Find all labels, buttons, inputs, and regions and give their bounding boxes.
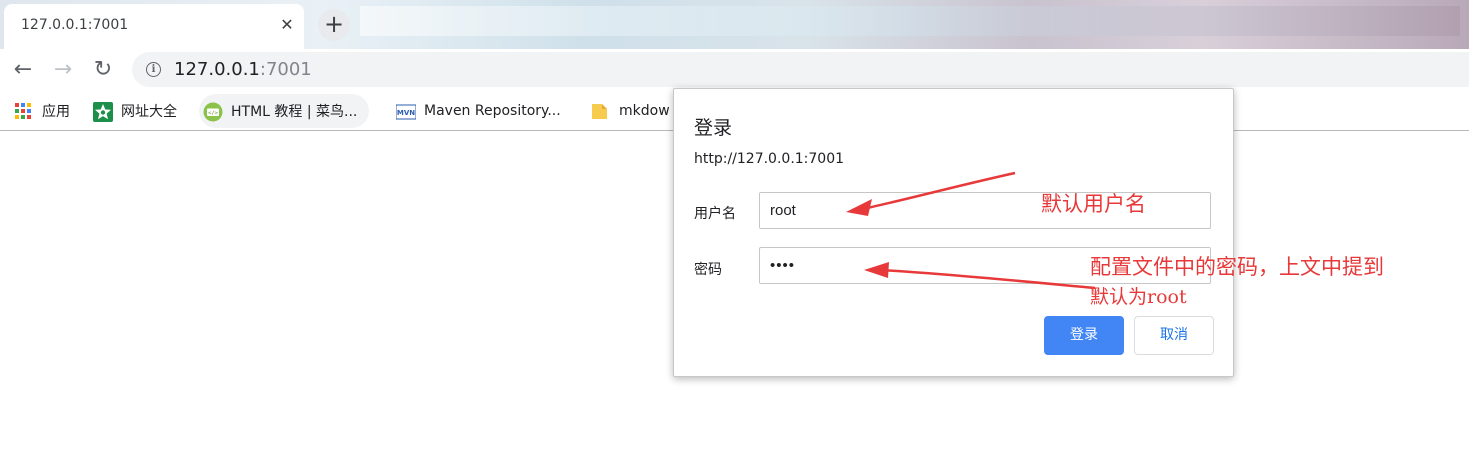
password-annotation-line2: 默认为root bbox=[1090, 286, 1187, 308]
reload-icon[interactable]: ↻ bbox=[88, 55, 118, 85]
bookmark-site-directory[interactable]: 网址大全 bbox=[93, 94, 177, 128]
url-text[interactable]: 127.0.0.1:7001 bbox=[174, 59, 312, 80]
forward-icon[interactable]: → bbox=[48, 55, 78, 85]
login-button[interactable]: 登录 bbox=[1044, 316, 1124, 355]
folder-icon bbox=[591, 102, 609, 120]
svg-text:MVN: MVN bbox=[397, 109, 415, 117]
bookmark-apps[interactable]: 应用 bbox=[14, 94, 70, 128]
site-directory-icon bbox=[93, 102, 113, 122]
bookmark-label: mkdow bbox=[619, 103, 670, 119]
back-icon[interactable]: ← bbox=[8, 55, 38, 85]
username-annotation: 默认用户名 bbox=[1041, 192, 1146, 216]
bookmark-label: Maven Repository... bbox=[424, 103, 561, 119]
toolbar: ← → ↻ i 127.0.0.1:7001 bbox=[0, 49, 1469, 92]
bookmark-folder[interactable]: mkdow bbox=[591, 94, 670, 128]
browser-tab[interactable]: 127.0.0.1:7001 ✕ bbox=[4, 4, 304, 49]
login-dialog: 登录 http://127.0.0.1:7001 用户名 密码 登录 取消 bbox=[673, 88, 1234, 377]
dialog-title: 登录 bbox=[694, 117, 733, 139]
password-label: 密码 bbox=[694, 262, 722, 278]
bookmark-runoob[interactable]: </> HTML 教程 | 菜鸟... bbox=[199, 94, 370, 128]
password-annotation-line1: 配置文件中的密码，上文中提到 bbox=[1090, 255, 1384, 279]
tab-title: 127.0.0.1:7001 bbox=[21, 17, 129, 33]
bookmark-label: HTML 教程 | 菜鸟... bbox=[231, 104, 358, 120]
new-tab-button[interactable]: + bbox=[318, 9, 350, 41]
bookmark-label: 应用 bbox=[42, 104, 70, 120]
address-bar[interactable]: i 127.0.0.1:7001 bbox=[132, 52, 1469, 87]
svg-text:</>: </> bbox=[208, 111, 219, 117]
tab-strip: 127.0.0.1:7001 ✕ + bbox=[0, 0, 1469, 49]
info-icon[interactable]: i bbox=[146, 62, 161, 77]
bookmark-maven[interactable]: MVN Maven Repository... bbox=[395, 94, 561, 128]
bookmark-label: 网址大全 bbox=[121, 104, 177, 120]
dialog-origin: http://127.0.0.1:7001 bbox=[694, 151, 845, 167]
close-icon[interactable]: ✕ bbox=[277, 15, 297, 35]
mvn-icon: MVN bbox=[395, 102, 417, 120]
username-label: 用户名 bbox=[694, 206, 736, 222]
runoob-icon: </> bbox=[203, 102, 223, 122]
window-background bbox=[360, 6, 1460, 36]
apps-grid-icon bbox=[14, 102, 32, 120]
cancel-button[interactable]: 取消 bbox=[1134, 316, 1214, 355]
